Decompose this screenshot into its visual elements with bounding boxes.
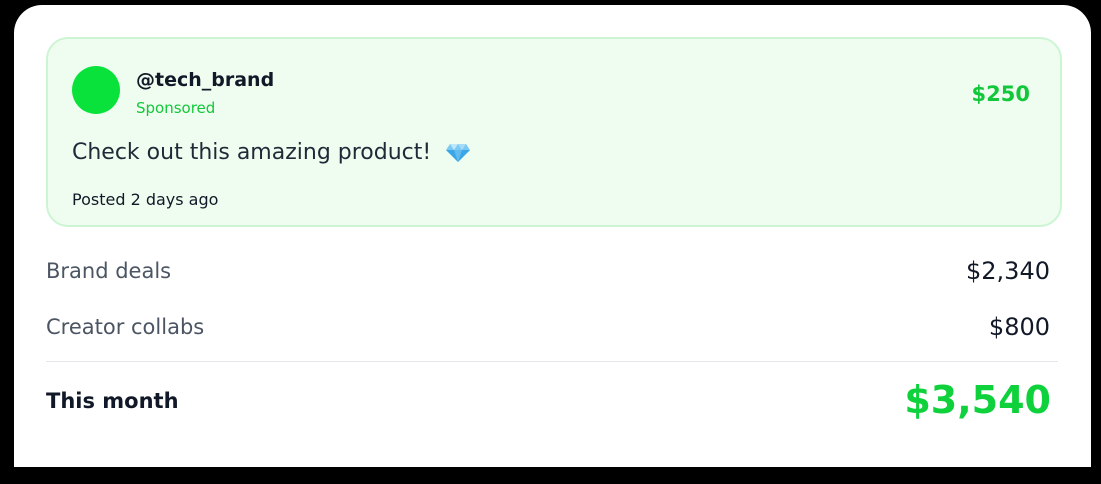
avatar[interactable] — [72, 66, 120, 114]
row-label: Creator collabs — [46, 315, 205, 339]
row-value: $2,340 — [966, 257, 1050, 285]
post-amount: $250 — [971, 82, 1030, 106]
sponsored-post-card[interactable]: @tech_brand Sponsored $250 Check out thi… — [46, 37, 1062, 227]
divider — [46, 361, 1058, 362]
post-message-text: Check out this amazing product! — [72, 140, 432, 165]
earnings-card: @tech_brand Sponsored $250 Check out thi… — [14, 5, 1091, 467]
gem-icon — [446, 144, 471, 162]
earnings-row-creator-collabs: Creator collabs $800 — [46, 309, 1058, 345]
earnings-row-brand-deals: Brand deals $2,340 — [46, 253, 1058, 289]
row-value: $800 — [988, 313, 1050, 341]
row-label: Brand deals — [46, 259, 172, 283]
post-handle[interactable]: @tech_brand — [136, 69, 274, 91]
total-label: This month — [46, 389, 179, 413]
total-value: $3,540 — [904, 378, 1051, 422]
sponsored-label: Sponsored — [136, 99, 216, 117]
post-message: Check out this amazing product! — [72, 139, 471, 167]
post-timestamp: Posted 2 days ago — [72, 190, 219, 209]
